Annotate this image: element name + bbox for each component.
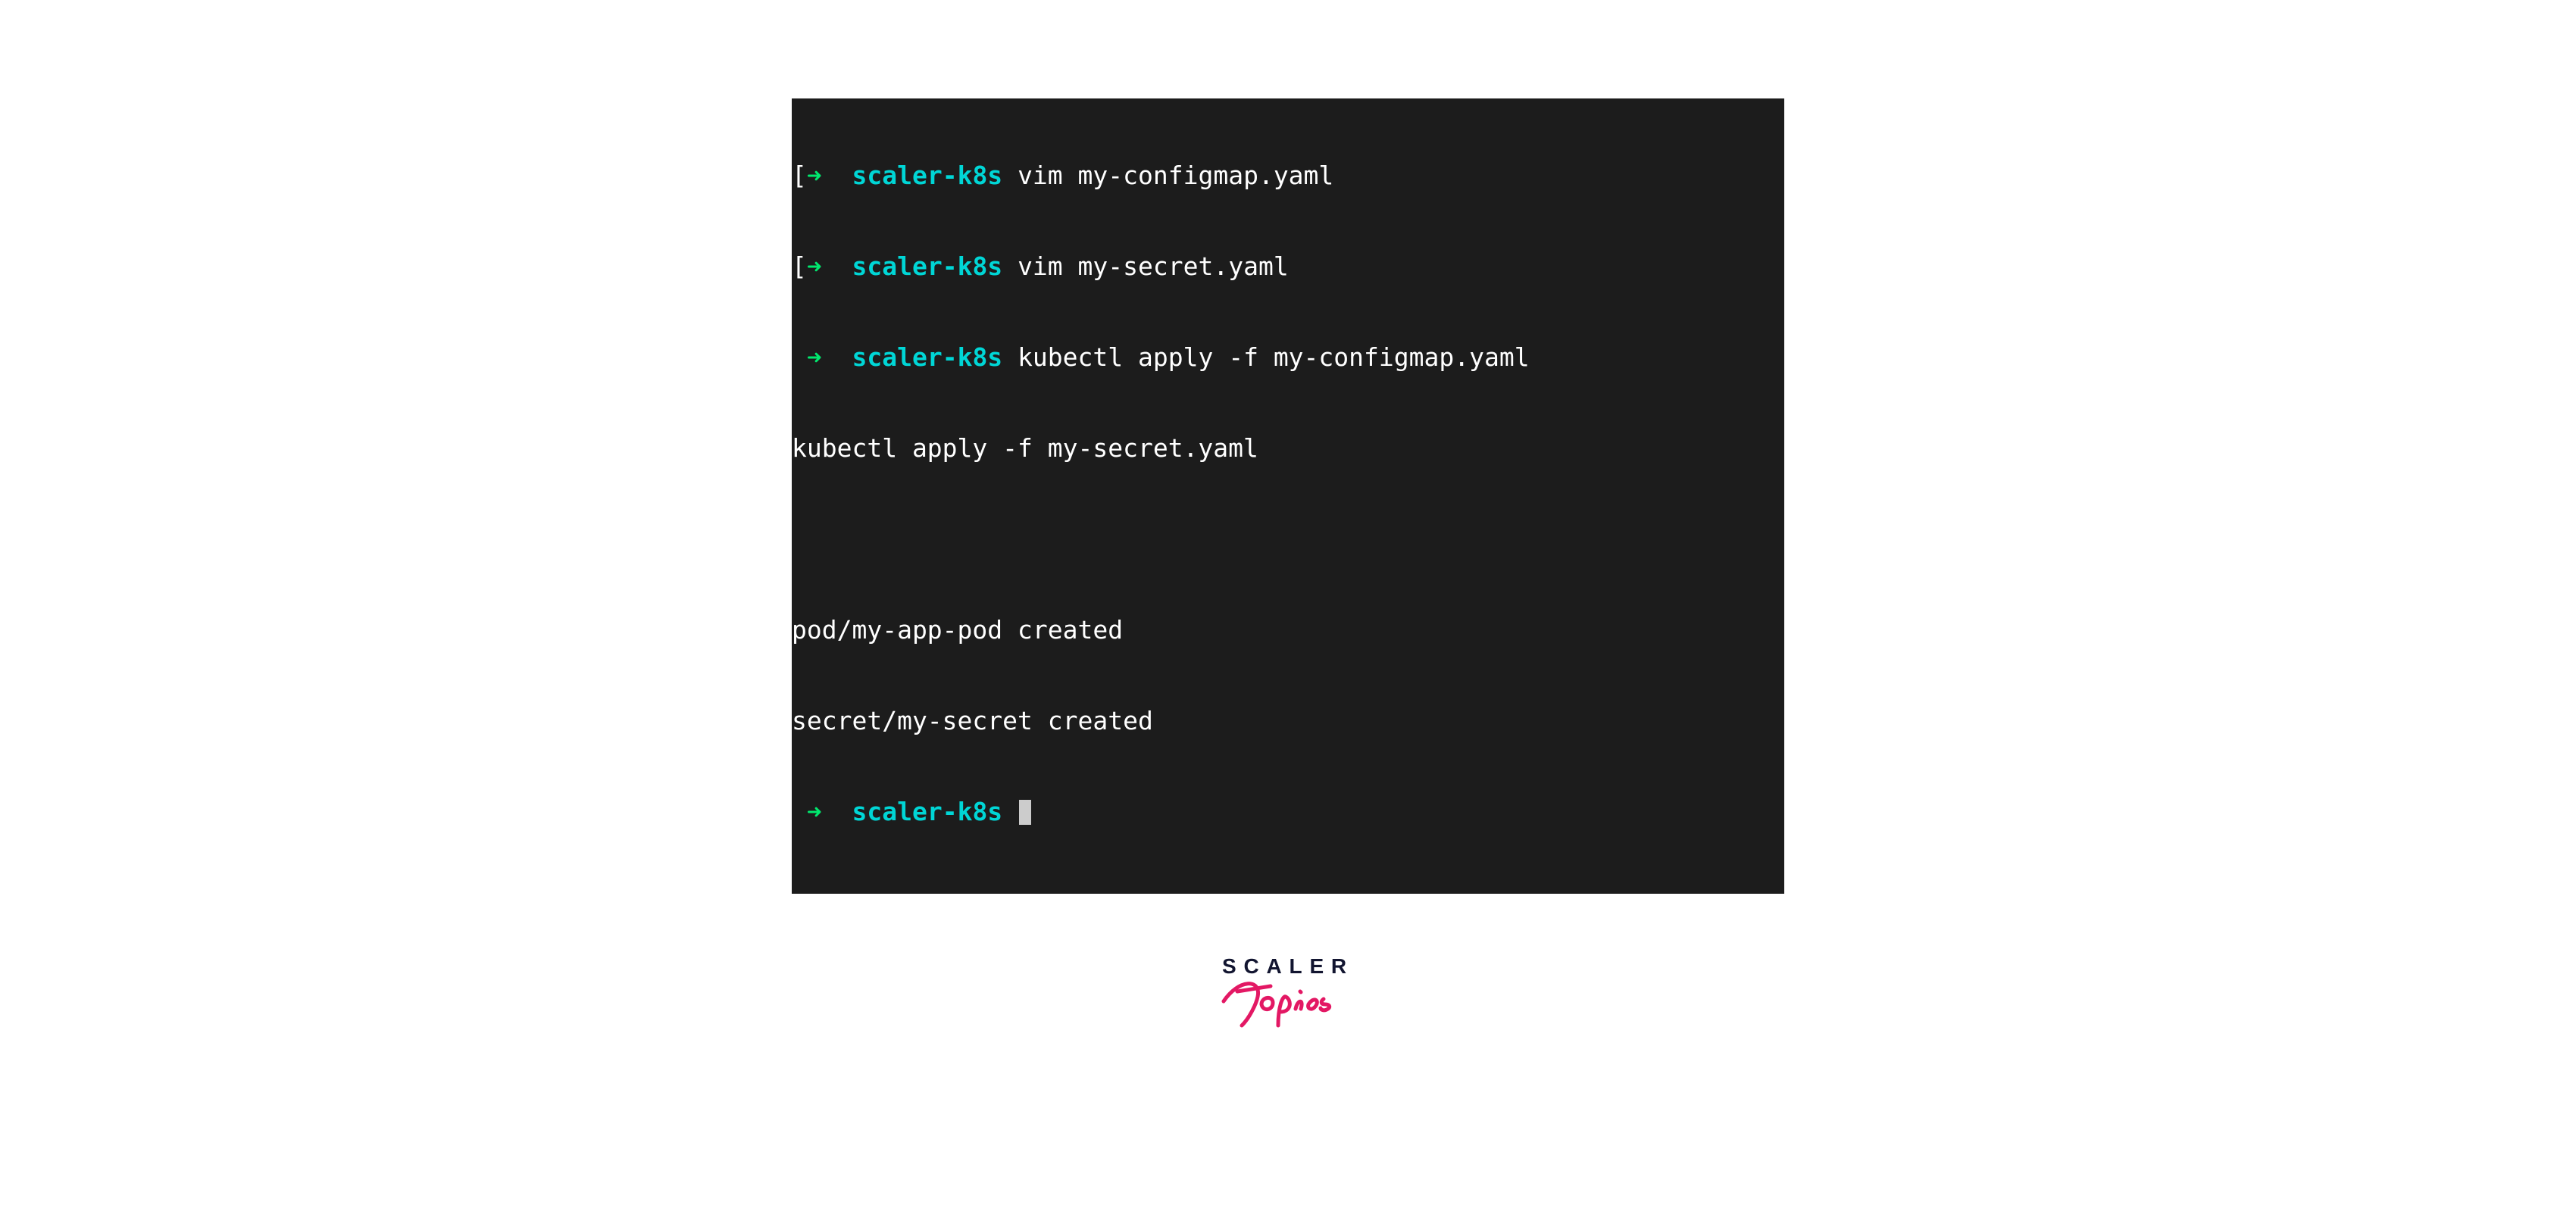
logo-sub-text bbox=[697, 973, 1879, 1036]
bracket-icon: [ bbox=[792, 161, 807, 190]
terminal-line: ➜ scaler-k8s kubectl apply -f my-configm… bbox=[792, 342, 1784, 373]
terminal-window[interactable]: [➜ scaler-k8s vim my-configmap.yaml [➜ s… bbox=[792, 98, 1784, 894]
terminal-output: kubectl apply -f my-secret.yaml bbox=[792, 433, 1258, 463]
terminal-line: ➜ scaler-k8s bbox=[792, 797, 1784, 827]
document-area: [➜ scaler-k8s vim my-configmap.yaml [➜ s… bbox=[697, 0, 1879, 1036]
prompt-directory: scaler-k8s bbox=[852, 251, 1003, 281]
bracket-icon: [ bbox=[792, 251, 807, 281]
terminal-line: kubectl apply -f my-secret.yaml bbox=[792, 433, 1784, 464]
logo-script-icon bbox=[1216, 973, 1360, 1033]
prompt-arrow-icon: ➜ bbox=[807, 161, 822, 190]
terminal-blank-line bbox=[792, 524, 1784, 554]
prompt-directory: scaler-k8s bbox=[852, 161, 1003, 190]
watermark-logo: SCALER bbox=[697, 954, 1879, 1036]
terminal-line: [➜ scaler-k8s vim my-configmap.yaml bbox=[792, 161, 1784, 191]
terminal-line: pod/my-app-pod created bbox=[792, 615, 1784, 645]
prompt-directory: scaler-k8s bbox=[852, 342, 1003, 372]
terminal-cursor bbox=[1019, 800, 1031, 825]
prompt-command: vim my-secret.yaml bbox=[1018, 251, 1289, 281]
prompt-arrow-icon: ➜ bbox=[807, 342, 822, 372]
prompt-arrow-icon: ➜ bbox=[807, 797, 822, 826]
prompt-command: kubectl apply -f my-configmap.yaml bbox=[1018, 342, 1530, 372]
prompt-command: vim my-configmap.yaml bbox=[1018, 161, 1333, 190]
prompt-directory: scaler-k8s bbox=[852, 797, 1003, 826]
terminal-output: secret/my-secret created bbox=[792, 706, 1153, 735]
terminal-output: pod/my-app-pod created bbox=[792, 615, 1123, 645]
terminal-line: secret/my-secret created bbox=[792, 706, 1784, 736]
terminal-line: [➜ scaler-k8s vim my-secret.yaml bbox=[792, 251, 1784, 282]
prompt-arrow-icon: ➜ bbox=[807, 251, 822, 281]
